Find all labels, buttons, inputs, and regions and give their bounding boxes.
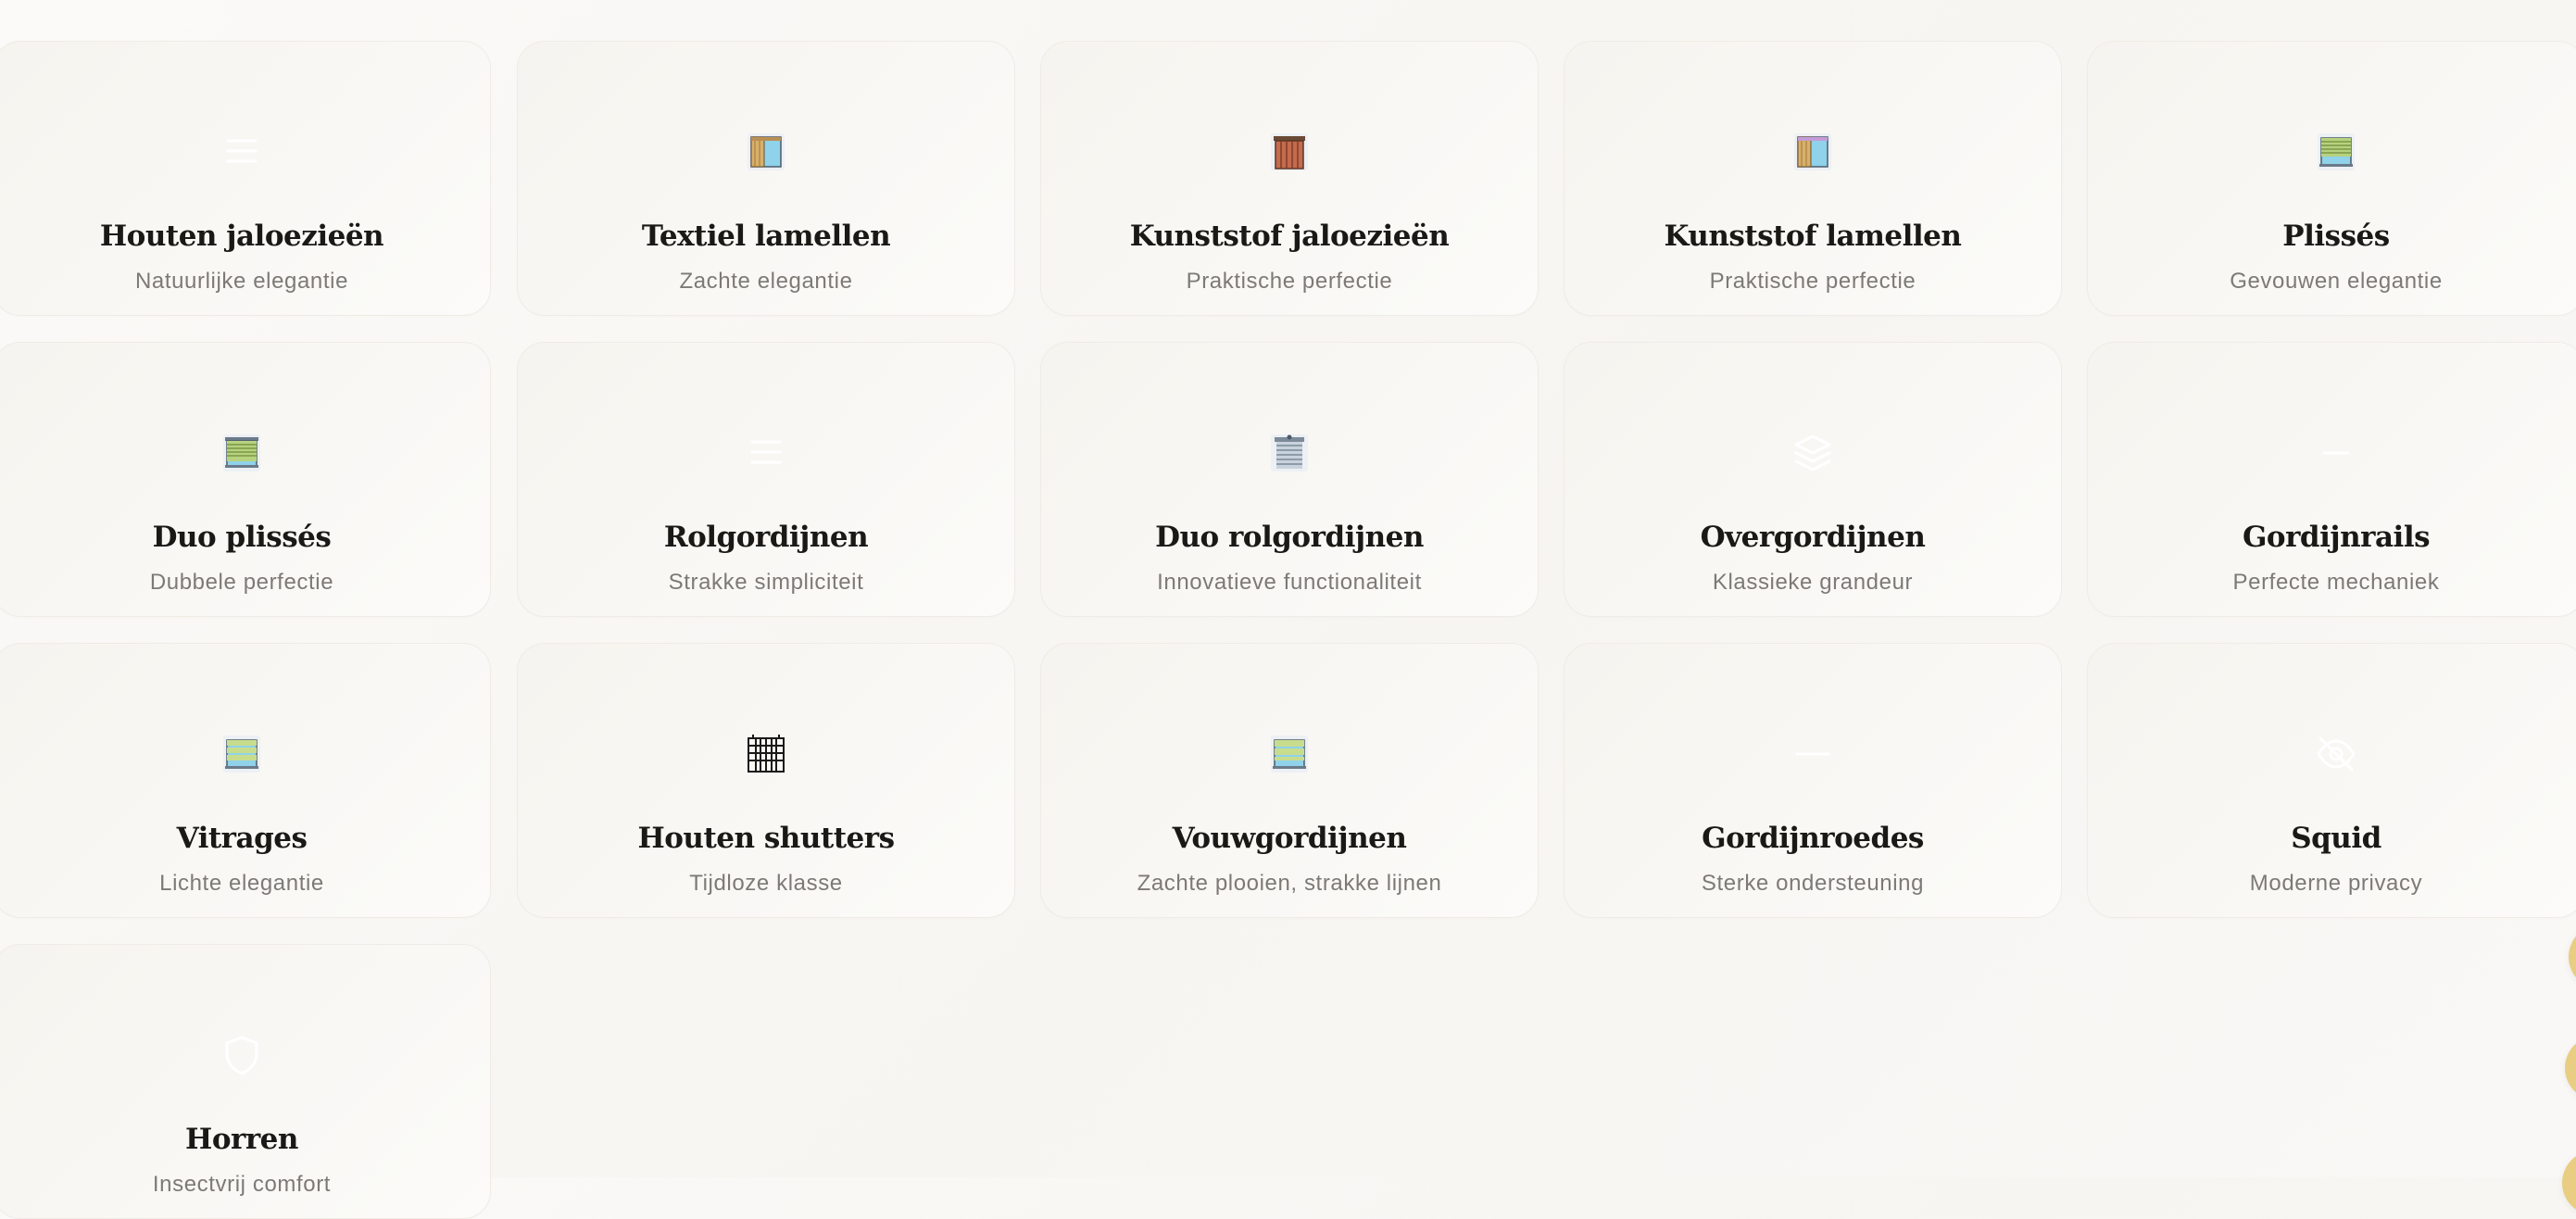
category-card-kunststof-lamellen[interactable]: Kunststof lamellen Praktische perfectie (1564, 41, 2062, 316)
category-card-duo-rolgordijnen[interactable]: Duo rolgordijnen Innovatieve functionali… (1040, 342, 1539, 617)
category-card-kunststof-jaloezieen[interactable]: Kunststof jaloezieën Praktische perfecti… (1040, 41, 1539, 316)
card-title: Vitrages (176, 822, 308, 855)
card-title: Squid (2291, 822, 2381, 855)
card-subtitle: Praktische perfectie (1709, 269, 1916, 294)
category-card-textiel-lamellen[interactable]: Textiel lamellen Zachte elegantie (517, 41, 1015, 316)
card-subtitle: Klassieke grandeur (1712, 570, 1914, 595)
layers-icon (1791, 432, 1834, 474)
roman-shade-icon (1268, 733, 1311, 775)
card-subtitle: Moderne privacy (2249, 871, 2423, 896)
card-subtitle: Dubbele perfectie (149, 570, 334, 595)
pleated-blinds-icon (2315, 131, 2357, 173)
card-title: Vouwgordijnen (1172, 822, 1407, 855)
card-subtitle: Natuurlijke elegantie (134, 269, 349, 294)
category-card-vitrages[interactable]: Vitrages Lichte elegantie (0, 643, 491, 918)
blinds-lines-icon (220, 131, 263, 173)
card-subtitle: Sterke ondersteuning (1701, 871, 1925, 896)
card-subtitle: Praktische perfectie (1186, 269, 1393, 294)
roller-blind-icon (1268, 432, 1311, 474)
card-subtitle: Lichte elegantie (159, 871, 324, 896)
category-card-rolgordijnen[interactable]: Rolgordijnen Strakke simpliciteit (517, 342, 1015, 617)
duo-pleated-blinds-icon (220, 432, 263, 474)
card-subtitle: Insectvrij comfort (152, 1172, 332, 1197)
card-subtitle: Gevouwen elegantie (2230, 269, 2443, 294)
category-card-houten-jaloezieen[interactable]: Houten jaloezieën Natuurlijke elegantie (0, 41, 491, 316)
card-title: Plissés (2282, 220, 2390, 253)
card-subtitle: Zachte elegantie (679, 269, 853, 294)
card-subtitle: Tijdloze klasse (689, 871, 843, 896)
shutters-icon (745, 733, 787, 775)
card-title: Rolgordijnen (663, 521, 869, 554)
card-title: Houten jaloezieën (99, 220, 384, 253)
card-title: Duo rolgordijnen (1155, 521, 1424, 554)
category-card-gordijnroedes[interactable]: Gordijnroedes Sterke ondersteuning (1564, 643, 2062, 918)
blinds-lines-icon (745, 432, 787, 474)
card-title: Overgordijnen (1700, 521, 1926, 554)
card-title: Gordijnroedes (1702, 822, 1924, 855)
card-subtitle: Strakke simpliciteit (668, 570, 864, 595)
card-subtitle: Perfecte mechaniek (2232, 570, 2440, 595)
vertical-blinds-window-icon (1791, 131, 1834, 173)
card-title: Duo plissés (152, 521, 332, 554)
card-title: Textiel lamellen (641, 220, 891, 253)
category-card-gordijnrails[interactable]: Gordijnrails Perfecte mechaniek (2087, 342, 2576, 617)
card-title: Horren (185, 1123, 298, 1156)
category-card-duo-plisses[interactable]: Duo plissés Dubbele perfectie (0, 342, 491, 617)
vertical-blinds-window-icon (745, 131, 787, 173)
category-card-plisses[interactable]: Plissés Gevouwen elegantie (2087, 41, 2576, 316)
card-title: Gordijnrails (2242, 521, 2431, 554)
shield-icon (220, 1034, 263, 1076)
category-card-squid[interactable]: Squid Moderne privacy (2087, 643, 2576, 918)
rod-line-icon (1791, 733, 1834, 775)
category-card-vouwgordijnen[interactable]: Vouwgordijnen Zachte plooien, strakke li… (1040, 643, 1539, 918)
category-card-horren[interactable]: Horren Insectvrij comfort (0, 944, 491, 1219)
rail-line-icon (2315, 432, 2357, 474)
wood-slat-blinds-icon (1268, 131, 1311, 173)
card-subtitle: Innovatieve functionaliteit (1157, 570, 1422, 595)
sheer-curtain-icon (220, 733, 263, 775)
card-subtitle: Zachte plooien, strakke lijnen (1137, 871, 1442, 896)
eye-off-icon (2315, 733, 2357, 775)
card-title: Kunststof jaloezieën (1129, 220, 1450, 253)
card-title: Houten shutters (637, 822, 895, 855)
card-title: Kunststof lamellen (1664, 220, 1962, 253)
product-category-grid: Houten jaloezieën Natuurlijke elegantie … (0, 0, 2576, 1219)
category-card-overgordijnen[interactable]: Overgordijnen Klassieke grandeur (1564, 342, 2062, 617)
category-card-houten-shutters[interactable]: Houten shutters Tijdloze klasse (517, 643, 1015, 918)
